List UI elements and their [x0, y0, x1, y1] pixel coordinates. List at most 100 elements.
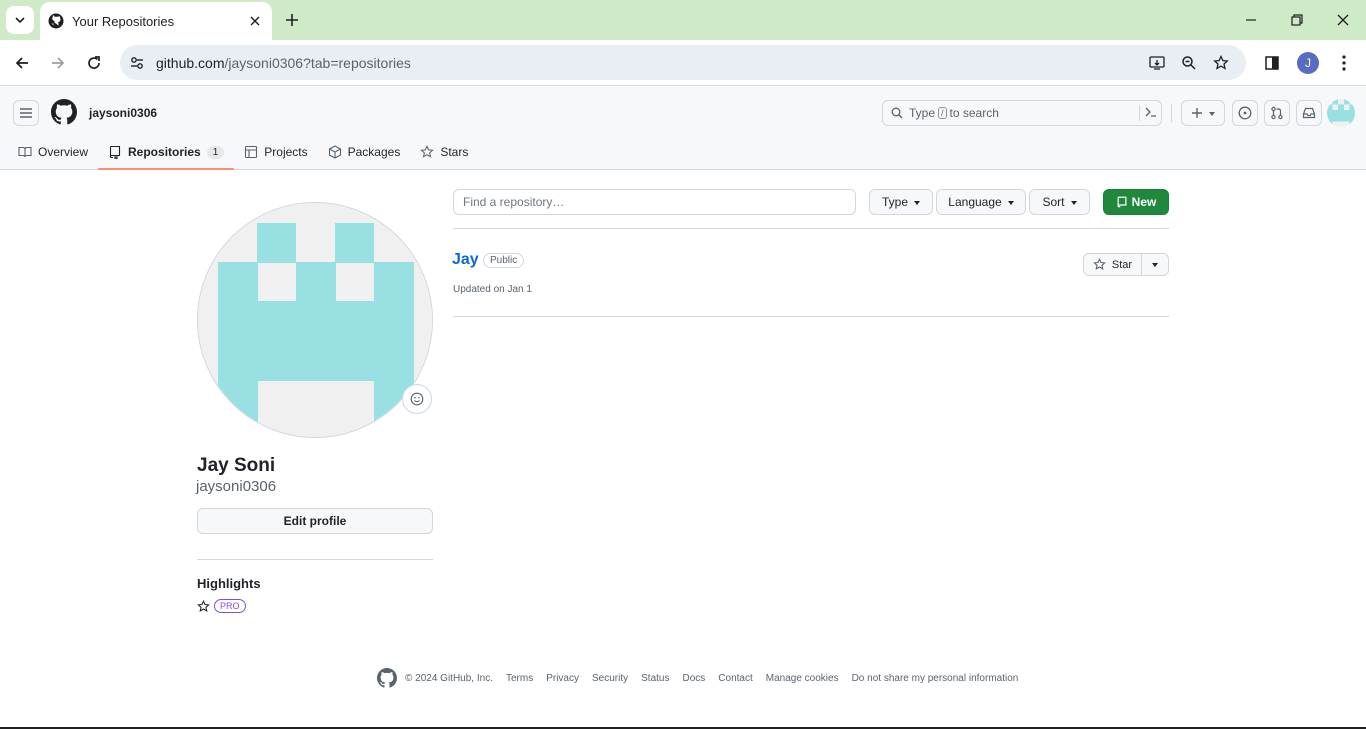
user-avatar[interactable] — [1327, 99, 1355, 127]
side-panel-icon[interactable] — [1261, 52, 1283, 74]
set-status-button[interactable] — [402, 384, 432, 414]
smiley-icon — [410, 392, 424, 406]
tab-search-button[interactable] — [6, 6, 34, 34]
bookmark-star-icon[interactable] — [1211, 53, 1231, 73]
language-filter-label: Language — [948, 195, 1002, 209]
github-logo-icon[interactable] — [51, 99, 77, 125]
repo-icon — [1117, 196, 1127, 208]
inbox-icon — [1302, 107, 1316, 119]
search-placeholder-pre: Type — [909, 106, 936, 120]
page-footer: © 2024 GitHub, Inc. Terms Privacy Securi… — [377, 668, 1031, 688]
restore-icon[interactable] — [1287, 10, 1307, 30]
star-button[interactable]: Star — [1083, 253, 1142, 276]
address-bar[interactable]: github.com/jaysoni0306?tab=repositories — [120, 45, 1246, 80]
footer-link-terms[interactable]: Terms — [506, 673, 533, 684]
footer-link-do-not-share[interactable]: Do not share my personal information — [852, 673, 1019, 684]
table-icon — [245, 145, 258, 159]
reload-icon[interactable] — [83, 52, 105, 74]
tab-stars[interactable]: Stars — [410, 137, 478, 167]
hamburger-icon — [20, 108, 32, 118]
visibility-badge: Public — [483, 253, 525, 268]
tab-overview[interactable]: Overview — [8, 137, 98, 167]
type-filter-label: Type — [881, 195, 908, 209]
header-divider — [1171, 104, 1172, 122]
back-arrow-icon[interactable] — [11, 52, 33, 74]
repository-updated-text: Updated on Jan 1 — [453, 284, 532, 295]
header-username[interactable]: jaysoni0306 — [89, 106, 157, 120]
edit-profile-button[interactable]: Edit profile — [197, 508, 433, 534]
star-icon — [1093, 258, 1106, 270]
url-path: /jaysoni0306?tab=repositories — [224, 54, 411, 71]
tab-stars-label: Stars — [440, 145, 469, 159]
star-icon — [420, 145, 435, 158]
list-top-divider — [453, 228, 1169, 229]
book-icon — [18, 146, 32, 158]
search-input[interactable]: Type / to search — [882, 100, 1162, 126]
close-window-icon[interactable] — [1333, 10, 1353, 30]
tab-projects[interactable]: Projects — [234, 137, 317, 167]
profile-avatar[interactable] — [197, 202, 433, 438]
new-repository-label: New — [1131, 195, 1157, 209]
package-icon — [328, 145, 341, 159]
search-shortcut-key: / — [938, 107, 947, 119]
github-header: jaysoni0306 Type / to search Overview Re… — [0, 87, 1366, 170]
sort-label: Sort — [1042, 195, 1065, 209]
sidebar-divider — [197, 559, 433, 560]
star-button-label: Star — [1111, 258, 1133, 271]
new-repository-button[interactable]: New — [1103, 189, 1169, 215]
hamburger-menu-button[interactable] — [13, 100, 39, 126]
tab-projects-label: Projects — [264, 145, 308, 159]
language-filter-button[interactable]: Language — [936, 189, 1026, 215]
tab-packages[interactable]: Packages — [318, 137, 411, 167]
issue-opened-icon — [1238, 106, 1252, 120]
install-app-icon[interactable] — [1147, 53, 1167, 73]
footer-link-security[interactable]: Security — [592, 673, 628, 684]
new-tab-plus-icon[interactable] — [282, 10, 302, 30]
github-footer-logo-icon[interactable] — [377, 668, 397, 688]
repository-name-link[interactable]: Jay — [452, 251, 479, 269]
star-list-dropdown-button[interactable] — [1141, 253, 1169, 276]
github-favicon-icon — [48, 13, 64, 29]
list-bottom-divider — [453, 316, 1169, 317]
zoom-icon[interactable] — [1179, 53, 1199, 73]
forward-arrow-icon[interactable] — [47, 52, 69, 74]
star-icon — [197, 599, 210, 612]
search-placeholder-post: to search — [949, 106, 999, 120]
footer-link-status[interactable]: Status — [641, 673, 669, 684]
command-palette-icon[interactable] — [1139, 105, 1156, 121]
tab-repositories-label: Repositories — [128, 145, 201, 159]
site-info-icon[interactable] — [128, 54, 146, 72]
pro-badge: PRO — [214, 599, 246, 613]
sort-button[interactable]: Sort — [1029, 189, 1090, 215]
browser-profile-avatar[interactable]: J — [1297, 52, 1319, 74]
chevron-down-icon — [1209, 112, 1215, 116]
footer-link-manage-cookies[interactable]: Manage cookies — [766, 673, 839, 684]
repositories-count-badge: 1 — [206, 145, 225, 159]
tab-packages-label: Packages — [347, 145, 401, 159]
minimize-icon[interactable] — [1241, 10, 1261, 30]
pull-requests-button[interactable] — [1264, 100, 1290, 126]
issues-button[interactable] — [1232, 100, 1258, 126]
tab-repositories[interactable]: Repositories 1 — [98, 137, 235, 170]
footer-link-docs[interactable]: Docs — [682, 673, 705, 684]
chevron-down-icon — [1007, 201, 1014, 205]
url-text: github.com/jaysoni0306?tab=repositories — [156, 55, 411, 71]
profile-login: jaysoni0306 — [196, 478, 277, 495]
browser-toolbar: github.com/jaysoni0306?tab=repositories … — [0, 40, 1366, 86]
footer-link-contact[interactable]: Contact — [718, 673, 752, 684]
tab-close-icon[interactable] — [246, 12, 264, 30]
browser-tab-active[interactable]: Your Repositories — [40, 2, 272, 40]
url-host: github.com — [156, 54, 225, 71]
highlights-title: Highlights — [197, 576, 261, 591]
repo-icon — [109, 145, 121, 159]
kebab-menu-icon[interactable] — [1333, 52, 1355, 74]
profile-tabs: Overview Repositories 1 Projects Package… — [8, 137, 478, 170]
inbox-button[interactable] — [1296, 100, 1322, 126]
chevron-down-icon — [15, 17, 25, 24]
browser-tabstrip: Your Repositories — [0, 0, 1366, 40]
create-new-button[interactable] — [1181, 100, 1225, 126]
footer-link-privacy[interactable]: Privacy — [546, 673, 579, 684]
find-repository-input[interactable]: Find a repository… — [453, 189, 856, 215]
type-filter-button[interactable]: Type — [869, 189, 933, 215]
plus-icon — [1192, 108, 1202, 118]
